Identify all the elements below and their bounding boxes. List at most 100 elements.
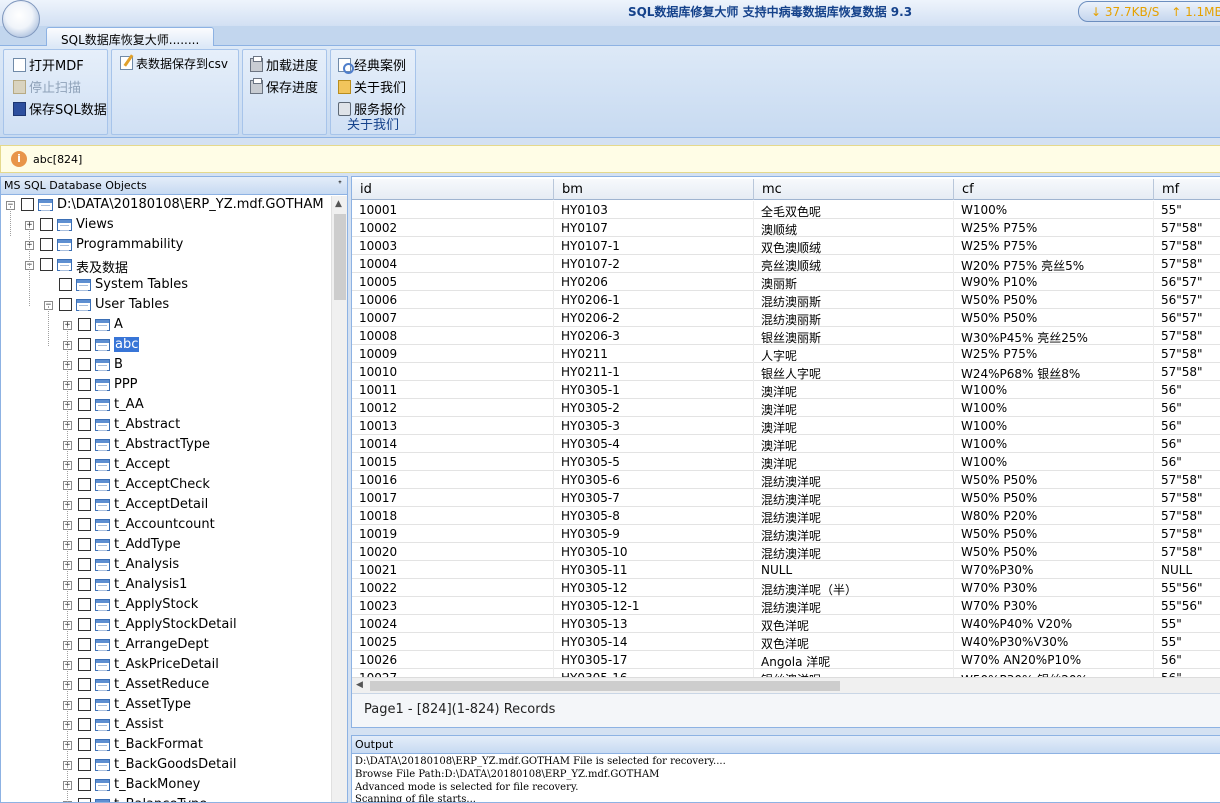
tree-node-table[interactable]: + t_AssetType: [1, 696, 331, 716]
table-cell-cf[interactable]: W50% P50%: [954, 489, 1154, 507]
column-header-bm[interactable]: bm: [554, 179, 754, 200]
table-cell-mc[interactable]: NULL: [754, 561, 954, 579]
tree-checkbox[interactable]: [78, 798, 91, 802]
stop-scan-button[interactable]: 停止扫描: [13, 77, 81, 97]
table-cell-id[interactable]: 10023: [352, 597, 554, 615]
table-cell-id[interactable]: 10018: [352, 507, 554, 525]
tree-node-table[interactable]: + t_AcceptCheck: [1, 476, 331, 496]
tree-node-table[interactable]: + t_AssetReduce: [1, 676, 331, 696]
tree-checkbox[interactable]: [78, 738, 91, 751]
tree-node-table[interactable]: + t_Accept: [1, 456, 331, 476]
table-row[interactable]: 10003 HY0107-1 双色澳顺绒 W25% P75% 57"58": [352, 237, 1220, 255]
table-cell-bm[interactable]: HY0305-1: [554, 381, 754, 399]
table-cell-id[interactable]: 10016: [352, 471, 554, 489]
table-cell-id[interactable]: 10001: [352, 201, 554, 219]
table-cell-mf[interactable]: 55": [1154, 633, 1220, 651]
table-cell-mc[interactable]: 混纺澳洋呢: [754, 525, 954, 543]
table-cell-mf[interactable]: 56": [1154, 453, 1220, 471]
table-cell-id[interactable]: 10015: [352, 453, 554, 471]
table-cell-bm[interactable]: HY0305-12: [554, 579, 754, 597]
table-row[interactable]: 10012 HY0305-2 澳洋呢 W100% 56": [352, 399, 1220, 417]
tree-node-views[interactable]: + Views: [1, 216, 331, 236]
table-cell-bm[interactable]: HY0103: [554, 201, 754, 219]
tree-node-table[interactable]: + t_AddType: [1, 536, 331, 556]
load-progress-button[interactable]: 加载进度: [250, 55, 318, 75]
column-header-cf[interactable]: cf: [954, 179, 1154, 200]
tree-checkbox[interactable]: [78, 378, 91, 391]
table-row[interactable]: 10021 HY0305-11 NULL W70%P30% NULL: [352, 561, 1220, 579]
tree-checkbox[interactable]: [78, 438, 91, 451]
table-cell-cf[interactable]: W50% P50%: [954, 291, 1154, 309]
tree-node-table[interactable]: + B: [1, 356, 331, 376]
tree-node-table[interactable]: + PPP: [1, 376, 331, 396]
table-cell-mc[interactable]: 银丝澳丽斯: [754, 327, 954, 345]
tree-checkbox[interactable]: [78, 758, 91, 771]
table-cell-cf[interactable]: W100%: [954, 417, 1154, 435]
table-cell-mc[interactable]: 澳洋呢: [754, 417, 954, 435]
table-cell-id[interactable]: 10022: [352, 579, 554, 597]
table-cell-mc[interactable]: 澳洋呢: [754, 435, 954, 453]
table-row[interactable]: 10001 HY0103 全毛双色呢 W100% 55": [352, 201, 1220, 219]
tree-node-user-tables[interactable]: − User Tables: [1, 296, 331, 316]
grid-horizontal-scrollbar[interactable]: ◀: [352, 677, 1220, 693]
table-row[interactable]: 10019 HY0305-9 混纺澳洋呢 W50% P50% 57"58": [352, 525, 1220, 543]
table-cell-id[interactable]: 10019: [352, 525, 554, 543]
tree-checkbox[interactable]: [59, 278, 72, 291]
tree-node-table[interactable]: + t_Analysis1: [1, 576, 331, 596]
table-cell-bm[interactable]: HY0206: [554, 273, 754, 291]
table-cell-cf[interactable]: W70%P30%: [954, 561, 1154, 579]
table-cell-bm[interactable]: HY0305-13: [554, 615, 754, 633]
table-cell-cf[interactable]: W100%: [954, 399, 1154, 417]
table-cell-bm[interactable]: HY0206-2: [554, 309, 754, 327]
table-cell-mf[interactable]: 57"58": [1154, 543, 1220, 561]
table-cell-mf[interactable]: 55": [1154, 615, 1220, 633]
tree-node-programmability[interactable]: + Programmability: [1, 236, 331, 256]
tree-node-table[interactable]: + A: [1, 316, 331, 336]
table-cell-bm[interactable]: HY0107: [554, 219, 754, 237]
table-row[interactable]: 10018 HY0305-8 混纺澳洋呢 W80% P20% 57"58": [352, 507, 1220, 525]
table-cell-cf[interactable]: W100%: [954, 201, 1154, 219]
table-cell-id[interactable]: 10024: [352, 615, 554, 633]
tree-checkbox[interactable]: [78, 358, 91, 371]
tree-checkbox[interactable]: [78, 558, 91, 571]
table-cell-mf[interactable]: 56"57": [1154, 273, 1220, 291]
table-cell-cf[interactable]: W100%: [954, 381, 1154, 399]
tree-node-table[interactable]: + t_ArrangeDept: [1, 636, 331, 656]
tree-node-table[interactable]: + t_BackGoodsDetail: [1, 756, 331, 776]
tree-node-table[interactable]: + t_BackMoney: [1, 776, 331, 796]
table-cell-bm[interactable]: HY0305-4: [554, 435, 754, 453]
table-cell-id[interactable]: 10005: [352, 273, 554, 291]
table-cell-cf[interactable]: W90% P10%: [954, 273, 1154, 291]
table-cell-mf[interactable]: 56": [1154, 381, 1220, 399]
table-cell-mc[interactable]: 混纺澳洋呢: [754, 597, 954, 615]
table-cell-mc[interactable]: 混纺澳丽斯: [754, 309, 954, 327]
table-cell-bm[interactable]: HY0305-3: [554, 417, 754, 435]
table-cell-mf[interactable]: 56"57": [1154, 309, 1220, 327]
table-cell-mc[interactable]: 澳洋呢: [754, 399, 954, 417]
table-cell-mc[interactable]: 混纺澳洋呢: [754, 507, 954, 525]
table-row[interactable]: 10023 HY0305-12-1 混纺澳洋呢 W70% P30% 55"56": [352, 597, 1220, 615]
tree-checkbox[interactable]: [40, 258, 53, 271]
table-cell-bm[interactable]: HY0206-1: [554, 291, 754, 309]
tree-node-table[interactable]: + t_Analysis: [1, 556, 331, 576]
table-row[interactable]: 10016 HY0305-6 混纺澳洋呢 W50% P50% 57"58": [352, 471, 1220, 489]
table-cell-id[interactable]: 10021: [352, 561, 554, 579]
table-row[interactable]: 10007 HY0206-2 混纺澳丽斯 W50% P50% 56"57": [352, 309, 1220, 327]
table-cell-mc[interactable]: 人字呢: [754, 345, 954, 363]
table-cell-bm[interactable]: HY0305-6: [554, 471, 754, 489]
tree-checkbox[interactable]: [40, 218, 53, 231]
save-progress-button[interactable]: 保存进度: [250, 77, 318, 97]
table-cell-cf[interactable]: W70% P30%: [954, 579, 1154, 597]
table-cell-cf[interactable]: W20% P75% 亮丝5%: [954, 255, 1154, 273]
table-cell-bm[interactable]: HY0305-2: [554, 399, 754, 417]
table-cell-mf[interactable]: NULL: [1154, 561, 1220, 579]
table-cell-mf[interactable]: 57"58": [1154, 327, 1220, 345]
tree-node-table[interactable]: + t_AbstractType: [1, 436, 331, 456]
table-cell-mf[interactable]: 57"58": [1154, 345, 1220, 363]
tree-checkbox[interactable]: [59, 298, 72, 311]
table-cell-cf[interactable]: W50% P50%: [954, 525, 1154, 543]
table-cell-id[interactable]: 10027: [352, 669, 554, 677]
table-cell-bm[interactable]: HY0305-10: [554, 543, 754, 561]
table-cell-cf[interactable]: W25% P75%: [954, 345, 1154, 363]
column-header-id[interactable]: id: [352, 179, 554, 200]
